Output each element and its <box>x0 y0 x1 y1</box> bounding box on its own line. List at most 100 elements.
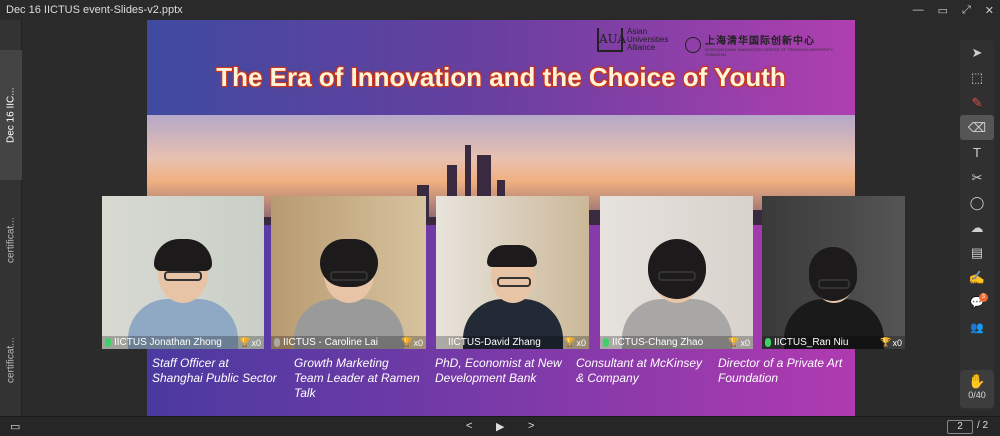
aua-line: Alliance <box>627 43 656 52</box>
participant-video <box>293 239 404 349</box>
cloud-icon[interactable]: ☁ <box>960 215 994 240</box>
hair <box>486 245 537 267</box>
prev-slide-button[interactable]: < <box>466 420 472 432</box>
laser-select-glyph: ⬚ <box>970 69 984 85</box>
trophy-count: x0 <box>576 337 586 348</box>
role-line: Director of a Private Art <box>718 356 843 370</box>
participant-name: IICTUS_Ran Niu <box>774 337 849 348</box>
play-button[interactable]: ▶ <box>496 420 504 433</box>
role-line: Staff Officer at <box>152 356 229 370</box>
video-tile[interactable]: IICTUS Jonathan Zhong 🏆 x0 <box>102 196 264 349</box>
edit-icon[interactable]: ✍ <box>960 265 994 290</box>
video-tile[interactable]: IICTUS - Caroline Lai 🏆 x0 <box>271 196 426 349</box>
trophy-icon: 🏆 x0 <box>564 337 586 348</box>
cloud-glyph: ☁ <box>970 219 984 235</box>
participant-role: Staff Officer at Shanghai Public Sector <box>152 356 277 386</box>
role-line: Growth Marketing <box>294 356 389 370</box>
window-controls: — ▭ ⤢ ✕ <box>913 0 994 20</box>
doc-tab-label: certificat... <box>5 337 17 383</box>
page-total: / 2 <box>977 420 989 431</box>
role-line: Team Leader at Ramen <box>294 371 420 385</box>
cn-logo-subtext: INTERNATIONAL INNOVATION CENTER OF TSING… <box>704 47 834 57</box>
toolbox-icon[interactable]: ▤ <box>960 240 994 265</box>
trophy-icon: 🏆 x0 <box>239 337 261 348</box>
role-line: & Company <box>576 371 639 385</box>
face <box>808 247 857 303</box>
eraser-icon[interactable]: ⌫ <box>960 115 994 140</box>
laser-select-icon[interactable]: ⬚ <box>960 65 994 90</box>
circle-emblem-icon <box>685 36 701 53</box>
participant-video <box>128 239 238 349</box>
shape-glyph: ◯ <box>969 194 985 210</box>
role-line: Talk <box>294 386 316 400</box>
trophy-count: x0 <box>740 337 750 348</box>
participant-name: IICTUS-Chang Zhao <box>612 337 704 348</box>
document-tab-rail: Dec 16 IIC... certificat... certificat..… <box>0 20 22 416</box>
participant-nameplate: IICTUS-Chang Zhao 🏆 x0 <box>600 336 753 349</box>
glasses <box>657 271 696 281</box>
mic-on-icon <box>765 338 771 347</box>
face <box>647 239 706 303</box>
participant-role: Consultant at McKinsey & Company <box>576 356 702 386</box>
next-slide-button[interactable]: > <box>528 420 534 432</box>
bottom-bar: ▭ < ▶ > 2 / 2 <box>0 416 1000 436</box>
participant-nameplate: IICTUS_Ran Niu 🏆 x0 <box>762 336 905 349</box>
face <box>486 245 537 303</box>
doc-tab-label: certificat... <box>5 217 17 263</box>
participant-role: Growth Marketing Team Leader at Ramen Ta… <box>294 356 420 401</box>
toolbox-glyph: ▤ <box>970 244 984 260</box>
text-icon[interactable]: T <box>960 140 994 165</box>
video-tile[interactable]: IICTUS-David Zhang 🏆 x0 <box>436 196 589 349</box>
edit-glyph: ✍ <box>968 269 986 285</box>
scissors-icon[interactable]: ✂ <box>960 165 994 190</box>
role-line: Consultant at McKinsey <box>576 356 703 370</box>
face <box>319 239 378 303</box>
restore-button[interactable]: ▭ <box>938 4 948 17</box>
video-tile[interactable]: IICTUS_Ran Niu 🏆 x0 <box>762 196 905 349</box>
participant-video <box>462 245 563 349</box>
trophy-count: x0 <box>892 337 902 348</box>
participant-role: Director of a Private Art Foundation <box>718 356 842 386</box>
chat-badge: 3 <box>978 293 988 302</box>
minimize-button[interactable]: — <box>913 4 924 16</box>
role-line: PhD, Economist at New <box>435 356 562 370</box>
doc-tab-label: Dec 16 IIC... <box>5 87 17 143</box>
participant-nameplate: IICTUS Jonathan Zhong 🏆 x0 <box>102 336 264 349</box>
participants-glyph: 👥 <box>970 322 984 334</box>
page-number-input[interactable]: 2 <box>947 420 973 434</box>
aua-mark: AUA <box>597 28 626 52</box>
aua-logo: AUA Asian Universities Alliance <box>597 28 668 52</box>
doc-tab-3[interactable]: certificat... <box>0 320 22 400</box>
role-line: Shanghai Public Sector <box>152 371 277 385</box>
fullscreen-button[interactable]: ⤢ <box>962 4 971 17</box>
chat-icon[interactable]: 💬 3 <box>960 290 994 315</box>
role-line: Development Bank <box>435 371 537 385</box>
role-line: Foundation <box>718 371 779 385</box>
trophy-icon: 🏆 x0 <box>728 337 750 348</box>
doc-tab-1[interactable]: Dec 16 IIC... <box>0 50 22 180</box>
shape-icon[interactable]: ◯ <box>960 190 994 215</box>
glasses <box>496 277 531 287</box>
aua-wordmark: Asian Universities Alliance <box>627 28 668 52</box>
mic-on-icon <box>105 338 111 347</box>
doc-tab-2[interactable]: certificat... <box>0 200 22 280</box>
participants-icon[interactable]: 👥 <box>960 315 994 340</box>
participant-name: IICTUS Jonathan Zhong <box>114 337 222 348</box>
title-bar: Dec 16 IICTUS event-Slides-v2.pptx — ▭ ⤢… <box>0 0 1000 20</box>
glasses <box>817 279 850 289</box>
hair <box>808 247 857 301</box>
pointer-glyph: ➤ <box>971 44 983 60</box>
slide-title: The Era of Innovation and the Choice of … <box>216 62 786 92</box>
trophy-count: x0 <box>413 337 423 348</box>
pointer-icon[interactable]: ➤ <box>960 40 994 65</box>
raise-hand-counter[interactable]: ✋ 0/40 <box>960 370 994 408</box>
slide-header: AUA Asian Universities Alliance 上海清华国际创新… <box>147 20 855 115</box>
video-tile[interactable]: IICTUS-Chang Zhao 🏆 x0 <box>600 196 753 349</box>
participant-name: IICTUS-David Zhang <box>448 337 541 348</box>
participant-nameplate: IICTUS - Caroline Lai 🏆 x0 <box>271 336 426 349</box>
participant-video <box>783 247 884 349</box>
marker-icon[interactable]: ✎ <box>960 90 994 115</box>
cn-logo-text: 上海清华国际创新中心 <box>704 36 815 47</box>
sidebar-toggle-icon[interactable]: ▭ <box>10 420 20 433</box>
close-button[interactable]: ✕ <box>985 4 994 17</box>
